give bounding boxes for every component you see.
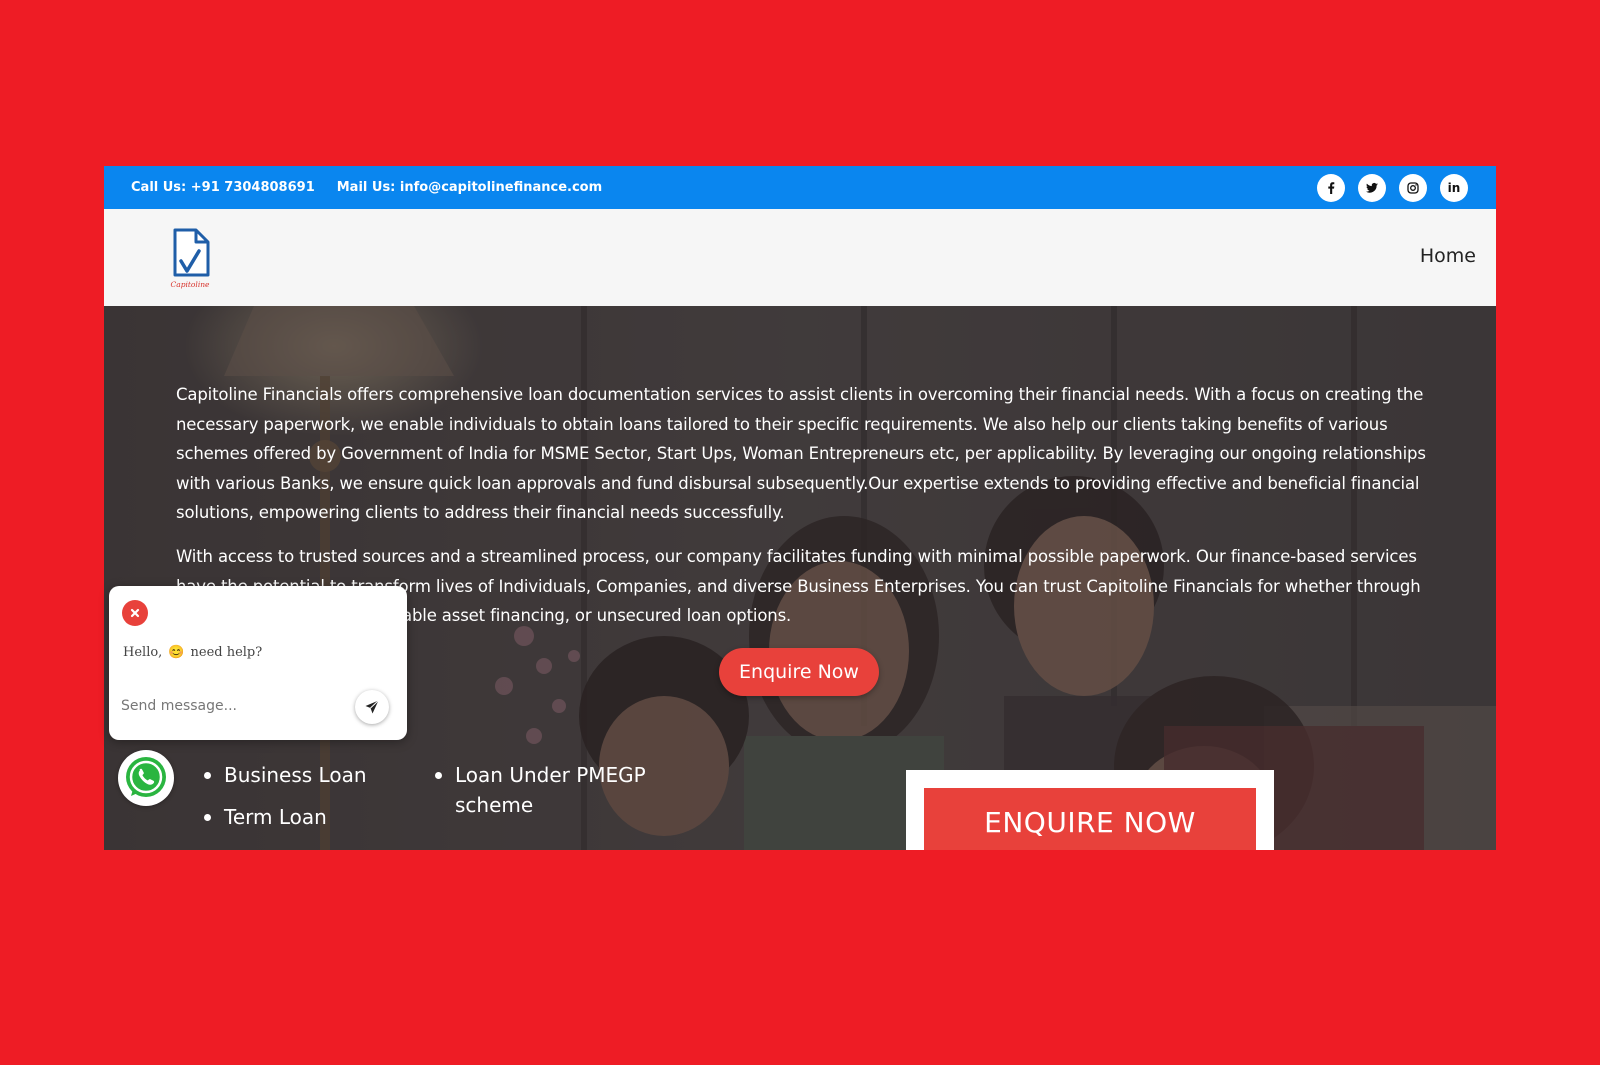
contact-topbar: Call Us: +91 7304808691 Mail Us: info@ca…	[104, 166, 1496, 209]
service-item: Term Loan	[204, 802, 367, 832]
enquire-now-button[interactable]: Enquire Now	[719, 648, 879, 696]
whatsapp-icon[interactable]	[118, 750, 174, 806]
service-item: Business Loan	[204, 760, 367, 790]
linkedin-icon[interactable]: in	[1440, 174, 1468, 202]
hero-paragraph-1: Capitoline Financials offers comprehensi…	[176, 385, 1426, 523]
chat-greeting-prefix: Hello,	[123, 645, 163, 660]
email-contact[interactable]: Mail Us: info@capitolinefinance.com	[337, 180, 602, 195]
website-screenshot: Call Us: +91 7304808691 Mail Us: info@ca…	[104, 166, 1496, 850]
capitoline-logo[interactable]: Capitoline	[166, 225, 214, 291]
facebook-icon[interactable]	[1317, 174, 1345, 202]
hero-section: Capitoline Financials offers comprehensi…	[104, 306, 1496, 850]
close-icon[interactable]	[122, 600, 148, 626]
site-header: Capitoline Home	[104, 209, 1496, 306]
services-list-left: Business Loan Term Loan	[204, 760, 367, 844]
chat-greeting-suffix: need help?	[190, 645, 263, 660]
phone-contact[interactable]: Call Us: +91 7304808691	[131, 180, 315, 195]
services-list-right: Loan Under PMEGP scheme	[435, 760, 665, 832]
enquire-form-card: ENQUIRE NOW	[906, 770, 1274, 850]
smile-emoji-icon: 😊	[168, 645, 185, 660]
logo-wordmark: Capitoline	[170, 280, 210, 289]
send-icon[interactable]	[355, 690, 389, 724]
enquire-now-banner[interactable]: ENQUIRE NOW	[924, 788, 1256, 850]
chat-widget: Hello, 😊 need help?	[109, 586, 407, 740]
social-links: in	[1317, 174, 1468, 202]
twitter-icon[interactable]	[1358, 174, 1386, 202]
service-item: Loan Under PMEGP scheme	[435, 760, 665, 820]
chat-greeting: Hello, 😊 need help?	[123, 645, 262, 660]
chat-message-input[interactable]	[119, 688, 353, 724]
nav-home-link[interactable]: Home	[1420, 245, 1476, 267]
instagram-icon[interactable]	[1399, 174, 1427, 202]
